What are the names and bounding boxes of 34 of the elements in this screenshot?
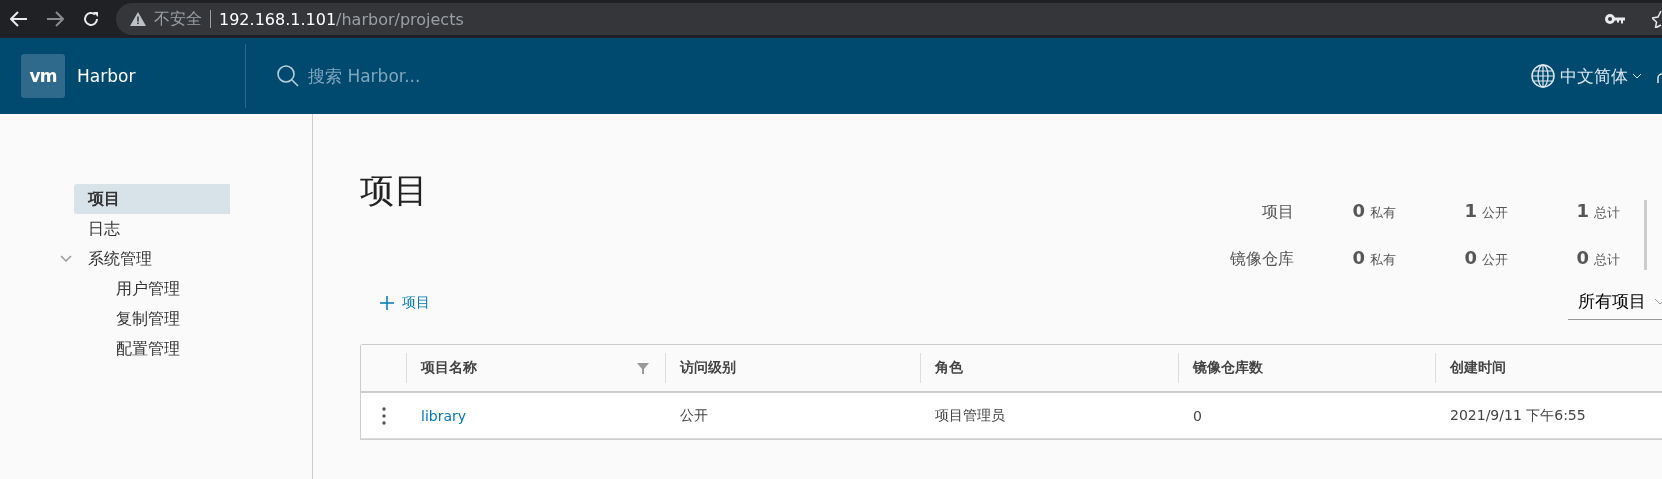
- address-bar[interactable]: 不安全 192.168.1.101/harbor/projects: [116, 3, 1662, 35]
- table-cell-text: 0: [1192, 407, 1203, 424]
- security-label: 不安全: [154, 8, 202, 30]
- sidebar-item[interactable]: 日志: [74, 214, 230, 244]
- url-text: 192.168.1.101/harbor/projects: [219, 9, 464, 29]
- sidebar-item[interactable]: 用户管理: [102, 274, 180, 304]
- stat-count: 1 公开: [1463, 200, 1508, 222]
- table-cell-text: 项目管理员: [934, 406, 1006, 425]
- column-header[interactable]: 镜像仓库数: [1178, 353, 1435, 383]
- column-header[interactable]: 项目名称: [406, 353, 665, 383]
- search-field[interactable]: 搜索 Harbor...: [306, 65, 610, 87]
- logo[interactable]: vm: [21, 54, 65, 98]
- add-project-button[interactable]: 项目: [360, 290, 450, 316]
- column-header[interactable]: 角色: [920, 353, 1178, 383]
- project-filter-dropdown[interactable]: 所有项目: [1568, 286, 1662, 320]
- stat-label: 项目: [1261, 202, 1295, 223]
- sidebar-item[interactable]: 配置管理: [102, 334, 180, 364]
- sidebar-item[interactable]: 复制管理: [102, 304, 180, 334]
- sidebar-item[interactable]: 系统管理: [74, 244, 230, 274]
- table-cell-text: 2021/9/11 下午6:55: [1449, 406, 1587, 425]
- column-header[interactable]: 创建时间: [1435, 353, 1662, 383]
- product-name: Harbor: [77, 66, 136, 86]
- stat-count: 0 私有: [1351, 200, 1396, 222]
- project-link[interactable]: library: [406, 408, 467, 424]
- stat-count: 0 总计: [1575, 247, 1620, 269]
- table-cell-text: 公开: [679, 406, 709, 425]
- sidebar-item[interactable]: 项目: [74, 184, 230, 214]
- stat-count: 1 总计: [1575, 200, 1620, 222]
- page-title: 项目: [360, 169, 428, 212]
- stat-label: 镜像仓库: [1230, 249, 1295, 270]
- stat-count: 0 私有: [1351, 247, 1396, 269]
- column-header[interactable]: 访问级别: [665, 353, 920, 383]
- language-selector[interactable]: 中文简体: [1530, 63, 1642, 89]
- stat-count: 0 公开: [1463, 247, 1508, 269]
